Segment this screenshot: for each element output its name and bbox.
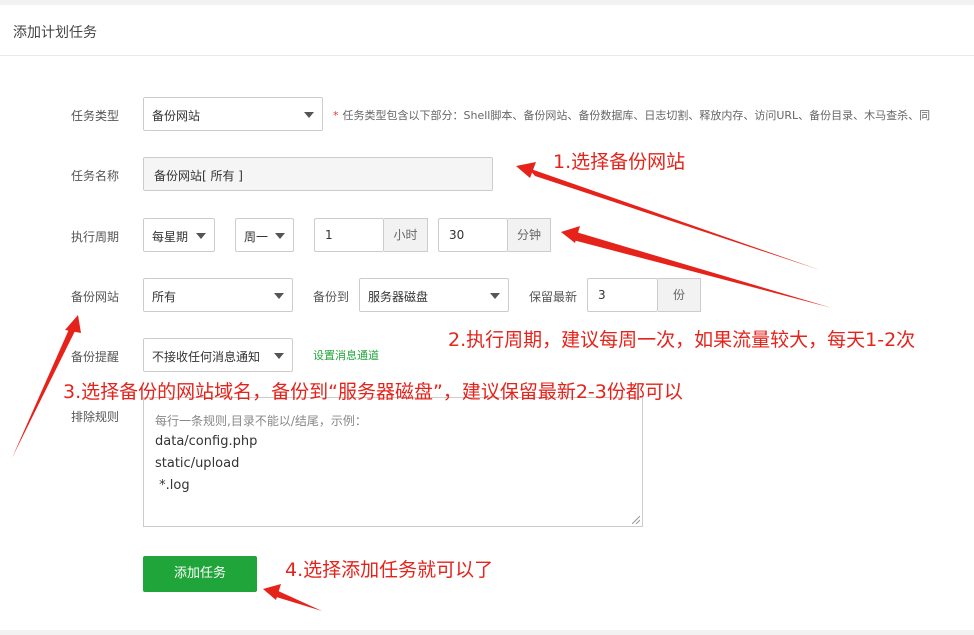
exclude-rules-label: 排除规则 [71, 410, 120, 424]
chevron-down-icon [304, 112, 314, 118]
task-name-value: 备份网站[ 所有 ] [154, 169, 243, 183]
cycle-label: 执行周期 [71, 230, 120, 244]
exclude-line: *.log [155, 478, 190, 493]
task-type-label: 任务类型 [71, 109, 120, 123]
panel-header: 添加计划任务 [0, 5, 974, 56]
message-channel-link[interactable]: 设置消息通道 [313, 347, 379, 363]
chevron-down-icon [274, 353, 284, 359]
backup-site-value: 所有 [152, 290, 177, 304]
cycle-minute-input[interactable]: 30 [438, 218, 508, 252]
task-name-label: 任务名称 [71, 169, 120, 183]
backup-to-select[interactable]: 服务器磁盘 [359, 278, 509, 312]
page-title: 添加计划任务 [13, 25, 97, 41]
backup-site-select[interactable]: 所有 [143, 278, 293, 312]
chevron-down-icon [490, 293, 500, 299]
backup-site-label: 备份网站 [71, 290, 120, 304]
annotation-step-3: 3.选择备份的网站域名，备份到“服务器磁盘”，建议保留最新2-3份都可以 [63, 381, 683, 403]
chevron-down-icon [274, 293, 284, 299]
task-name-input[interactable]: 备份网站[ 所有 ] [143, 157, 493, 191]
notify-select[interactable]: 不接收任何消息通知 [143, 338, 293, 372]
exclude-line: static/upload [155, 456, 240, 471]
task-type-hint-text: 任务类型包含以下部分：Shell脚本、备份网站、备份数据库、日志切割、释放内存、… [342, 109, 931, 122]
cycle-hour-input[interactable]: 1 [314, 218, 384, 252]
exclude-line: data/config.php [155, 434, 258, 449]
notify-label: 备份提醒 [71, 350, 120, 364]
cycle-weekday-value: 周一 [244, 230, 269, 244]
cycle-weekday-select[interactable]: 周一 [235, 218, 294, 252]
annotation-step-2: 2.执行周期，建议每周一次，如果流量较大，每天1-2次 [448, 329, 916, 351]
minute-unit-addon: 分钟 [508, 218, 551, 252]
exclude-placeholder: 每行一条规则,目录不能以/结尾，示例： [155, 414, 367, 428]
keep-latest-input[interactable]: 3 [587, 278, 658, 312]
cycle-period-value: 每星期 [152, 230, 189, 244]
keep-latest-value: 3 [598, 288, 606, 302]
task-type-value: 备份网站 [152, 109, 201, 123]
notify-value: 不接收任何消息通知 [152, 350, 261, 364]
task-type-hint: * 任务类型包含以下部分：Shell脚本、备份网站、备份数据库、日志切割、释放内存… [333, 107, 930, 123]
chevron-down-icon [275, 233, 285, 239]
resize-grip-icon[interactable] [632, 516, 640, 524]
cycle-minute-value: 30 [449, 228, 465, 242]
annotation-step-4: 4.选择添加任务就可以了 [285, 559, 494, 581]
exclude-rules-textarea[interactable]: 每行一条规则,目录不能以/结尾，示例： data/config.php stat… [143, 397, 643, 527]
hour-unit-addon: 小时 [384, 218, 428, 252]
keep-unit-addon: 份 [658, 278, 701, 312]
keep-latest-label: 保留最新 [529, 290, 578, 304]
backup-to-value: 服务器磁盘 [368, 290, 429, 304]
annotation-step-1: 1.选择备份网站 [553, 151, 686, 173]
backup-to-label: 备份到 [313, 290, 350, 304]
chevron-down-icon [196, 233, 206, 239]
cycle-period-select[interactable]: 每星期 [143, 218, 215, 252]
required-mark: * [333, 109, 339, 122]
task-type-select[interactable]: 备份网站 [143, 97, 323, 131]
add-task-button[interactable]: 添加任务 [143, 556, 257, 592]
cycle-hour-value: 1 [325, 228, 333, 242]
